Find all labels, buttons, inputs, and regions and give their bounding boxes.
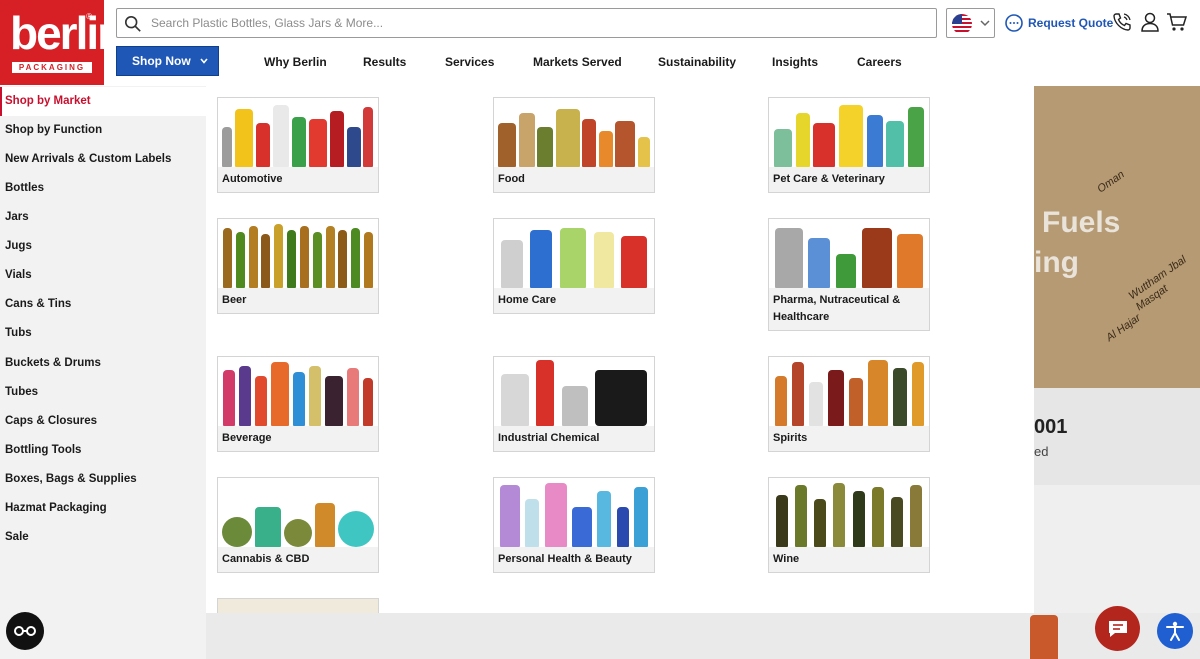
sidebar-item-buckets-drums[interactable]: Buckets & Drums	[0, 349, 206, 378]
market-card-label: Beer	[222, 294, 247, 306]
nav-insights[interactable]: Insights	[772, 55, 818, 69]
sidebar-item-caps-closures[interactable]: Caps & Closures	[0, 407, 206, 436]
sidebar-item-tubes[interactable]: Tubes	[0, 378, 206, 407]
nav-results[interactable]: Results	[363, 55, 406, 69]
shop-now-label: Shop Now	[132, 54, 191, 68]
logo-registered-mark: ®	[86, 12, 92, 21]
automotive-image	[218, 98, 378, 167]
live-chat-button[interactable]	[1095, 606, 1140, 651]
market-card-label: Pharma, Nutraceutical & Healthcare	[773, 294, 901, 323]
market-card-label: Food	[498, 173, 525, 185]
us-flag-icon	[952, 14, 972, 34]
market-card-automotive[interactable]: Automotive	[217, 97, 379, 193]
market-card-label: Beverage	[222, 432, 272, 444]
berlin-logo[interactable]: berlin ® PACKAGING	[0, 0, 125, 85]
nav-careers[interactable]: Careers	[857, 55, 902, 69]
glasses-icon	[14, 626, 36, 636]
market-card-food[interactable]: Food	[493, 97, 655, 193]
stat-text: ed	[1034, 444, 1049, 459]
sidebar-item-jars[interactable]: Jars	[0, 203, 206, 232]
market-card-spirits[interactable]: Spirits	[768, 356, 930, 452]
chat-icon	[1108, 620, 1127, 637]
sidebar-item-bottles[interactable]: Bottles	[0, 174, 206, 203]
market-card-partial[interactable]	[217, 598, 379, 613]
shop-sidebar: Shop by Market Shop by Function New Arri…	[0, 86, 206, 659]
sidebar-item-tubs[interactable]: Tubs	[0, 319, 206, 348]
food-image	[494, 98, 654, 167]
nav-services[interactable]: Services	[445, 55, 494, 69]
logo-subtitle: PACKAGING	[12, 62, 92, 73]
logo-wordmark: berlin	[10, 7, 125, 59]
market-card-pharma[interactable]: Pharma, Nutraceutical & Healthcare	[768, 218, 930, 331]
sidebar-item-vials[interactable]: Vials	[0, 261, 206, 290]
sidebar-item-jugs[interactable]: Jugs	[0, 232, 206, 261]
cart-icon[interactable]	[1166, 11, 1188, 33]
hero-heading-line2: ing	[1034, 246, 1079, 279]
industrial-chemical-image	[494, 357, 654, 426]
request-quote-link[interactable]: Request Quote	[1004, 12, 1113, 34]
market-card-label: Industrial Chemical	[498, 432, 600, 444]
sidebar-item-sale[interactable]: Sale	[0, 523, 206, 552]
sidebar-item-shop-by-market[interactable]: Shop by Market	[0, 87, 206, 116]
market-card-pet-care[interactable]: Pet Care & Veterinary	[768, 97, 930, 193]
accessibility-widget-button[interactable]	[6, 612, 44, 650]
spirits-image	[769, 357, 929, 426]
hero-heading-line1: Fuels	[1042, 206, 1121, 239]
market-card-personal-health[interactable]: Personal Health & Beauty	[493, 477, 655, 573]
chevron-down-icon	[980, 20, 990, 27]
market-card-wine[interactable]: Wine	[768, 477, 930, 573]
country-selector[interactable]	[946, 8, 995, 38]
stat-block: 001 ed	[1034, 388, 1200, 485]
sidebar-item-hazmat[interactable]: Hazmat Packaging	[0, 494, 206, 523]
wine-image	[769, 478, 929, 547]
market-card-label: Automotive	[222, 173, 283, 185]
search-icon[interactable]	[124, 15, 142, 33]
background-product-image	[1030, 615, 1058, 659]
market-card-home-care[interactable]: Home Care	[493, 218, 655, 314]
sidebar-item-new-arrivals[interactable]: New Arrivals & Custom Labels	[0, 145, 206, 174]
market-card-label: Wine	[773, 553, 800, 565]
market-card-beverage[interactable]: Beverage	[217, 356, 379, 452]
market-card-beer[interactable]: Beer	[217, 218, 379, 314]
nav-sustainability[interactable]: Sustainability	[658, 55, 736, 69]
pharma-image	[769, 219, 929, 288]
market-card-label: Cannabis & CBD	[222, 553, 310, 565]
sidebar-item-boxes-bags[interactable]: Boxes, Bags & Supplies	[0, 465, 206, 494]
accessibility-icon	[1166, 621, 1184, 641]
pet-care-image	[769, 98, 929, 167]
sidebar-item-bottling-tools[interactable]: Bottling Tools	[0, 436, 206, 465]
market-card-label: Pet Care & Veterinary	[773, 173, 885, 185]
personal-health-image	[494, 478, 654, 547]
market-card-industrial-chemical[interactable]: Industrial Chemical	[493, 356, 655, 452]
nav-why-berlin[interactable]: Why Berlin	[264, 55, 327, 69]
sidebar-item-cans-tins[interactable]: Cans & Tins	[0, 290, 206, 319]
phone-icon[interactable]	[1111, 11, 1133, 33]
market-card-cannabis[interactable]: Cannabis & CBD	[217, 477, 379, 573]
cannabis-image	[218, 478, 378, 547]
stat-number: 001	[1034, 416, 1068, 438]
market-card-label: Personal Health & Beauty	[498, 553, 632, 565]
map-label: Oman	[1095, 168, 1127, 196]
sidebar-item-shop-by-function[interactable]: Shop by Function	[0, 116, 206, 145]
chat-bubble-icon	[1005, 14, 1023, 32]
home-care-image	[494, 219, 654, 288]
beverage-image	[218, 357, 378, 426]
hero-map-image: Oman Wuttham Jbal Masqat Al Hajar Fuels …	[1034, 86, 1200, 388]
search-bar[interactable]	[116, 8, 937, 38]
shop-now-button[interactable]: Shop Now	[116, 46, 219, 76]
beer-image	[218, 219, 378, 288]
map-label: Al Hajar	[1104, 311, 1144, 345]
partial-card-image	[218, 599, 378, 613]
search-input[interactable]	[151, 13, 921, 33]
accessibility-menu-button[interactable]	[1157, 613, 1193, 649]
market-mega-menu: Automotive Food Pet Care & Veterinary Be…	[206, 86, 1034, 613]
request-quote-label: Request Quote	[1028, 16, 1114, 30]
market-card-label: Home Care	[498, 294, 557, 306]
chevron-down-icon	[200, 58, 208, 64]
account-icon[interactable]	[1139, 11, 1161, 33]
nav-markets-served[interactable]: Markets Served	[533, 55, 622, 69]
market-card-label: Spirits	[773, 432, 808, 444]
